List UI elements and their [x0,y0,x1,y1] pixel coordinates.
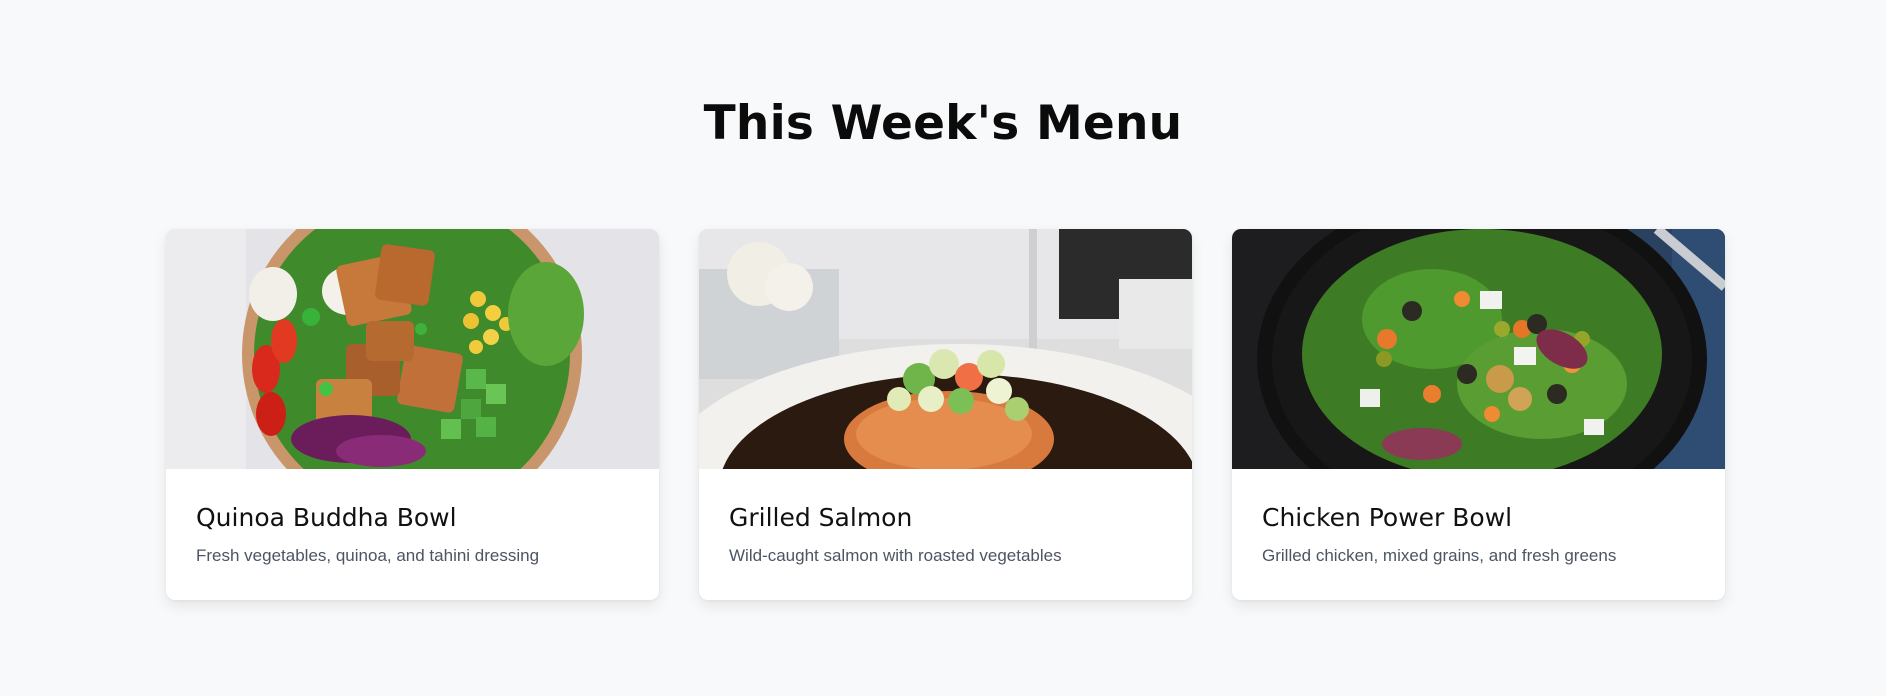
menu-card-chicken-power-bowl[interactable]: Chicken Power Bowl Grilled chicken, mixe… [1232,229,1725,600]
grilled-salmon-image [699,229,1192,469]
menu-card-quinoa-buddha-bowl[interactable]: Quinoa Buddha Bowl Fresh vegetables, qui… [166,229,659,600]
menu-cards: Quinoa Buddha Bowl Fresh vegetables, qui… [166,229,1725,600]
quinoa-buddha-bowl-image [166,229,659,469]
card-body: Grilled Salmon Wild-caught salmon with r… [699,469,1192,566]
menu-card-grilled-salmon[interactable]: Grilled Salmon Wild-caught salmon with r… [699,229,1192,600]
chicken-power-bowl-image [1232,229,1725,469]
section-title: This Week's Menu [703,96,1183,151]
card-body: Chicken Power Bowl Grilled chicken, mixe… [1232,469,1725,566]
card-title: Grilled Salmon [729,503,913,532]
menu-section: This Week's Menu Quinoa Buddha Bowl Fres… [0,0,1886,696]
card-title: Quinoa Buddha Bowl [196,503,457,532]
card-body: Quinoa Buddha Bowl Fresh vegetables, qui… [166,469,659,566]
card-description: Wild-caught salmon with roasted vegetabl… [729,546,1062,565]
card-description: Fresh vegetables, quinoa, and tahini dre… [196,546,540,565]
card-title: Chicken Power Bowl [1262,503,1513,532]
card-description: Grilled chicken, mixed grains, and fresh… [1262,546,1617,565]
